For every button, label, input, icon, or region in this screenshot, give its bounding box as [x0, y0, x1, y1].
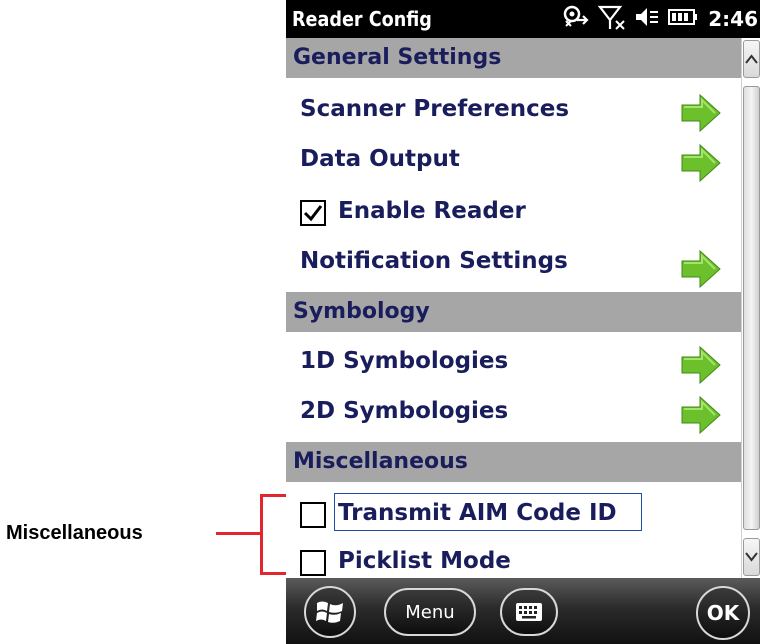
data-output-item[interactable]: Data Output: [286, 134, 741, 184]
item-label: Transmit AIM Code ID: [338, 500, 617, 526]
bottom-toolbar: Menu OK: [286, 578, 760, 644]
battery-icon: [668, 7, 698, 31]
settings-list: General Settings Scanner Preferences Dat…: [286, 38, 741, 578]
notification-settings-item[interactable]: Notification Settings: [286, 236, 741, 288]
transmit-aim-code-id-checkbox[interactable]: [300, 502, 326, 528]
chevron-up-icon: [745, 54, 758, 64]
picklist-mode-checkbox[interactable]: [300, 550, 326, 576]
section-header-symbology: Symbology: [286, 292, 741, 332]
status-icons: 2:46: [554, 5, 758, 33]
start-button[interactable]: [304, 586, 356, 638]
green-arrow-icon: [681, 144, 721, 182]
callout-connector: [216, 532, 262, 535]
section-header-miscellaneous: Miscellaneous: [286, 442, 741, 482]
scroll-down-button[interactable]: [743, 538, 760, 576]
scroll-up-button[interactable]: [743, 40, 760, 78]
item-label: 2D Symbologies: [300, 398, 509, 424]
green-arrow-icon: [681, 396, 721, 434]
2d-symbologies-item[interactable]: 2D Symbologies: [286, 386, 741, 436]
ok-label: OK: [706, 601, 740, 625]
volume-off-icon: [634, 4, 660, 34]
windows-logo-icon: [316, 601, 343, 623]
menu-label: Menu: [405, 601, 455, 623]
item-label: Scanner Preferences: [300, 96, 570, 122]
checkmark-icon: [303, 205, 323, 222]
menu-button[interactable]: Menu: [384, 588, 476, 636]
chevron-down-icon: [745, 552, 758, 562]
vertical-scrollbar[interactable]: [741, 38, 760, 578]
item-label: Picklist Mode: [338, 548, 511, 574]
1d-symbologies-item[interactable]: 1D Symbologies: [286, 336, 741, 386]
enable-reader-item[interactable]: Enable Reader: [286, 186, 741, 236]
green-arrow-icon: [681, 346, 721, 384]
enable-reader-checkbox[interactable]: [300, 200, 326, 226]
connectivity-icon: [562, 4, 590, 34]
scanner-preferences-item[interactable]: Scanner Preferences: [286, 84, 741, 134]
item-label: 1D Symbologies: [300, 348, 509, 374]
callout-label: Miscellaneous: [6, 522, 143, 544]
ok-button[interactable]: OK: [696, 586, 750, 640]
no-signal-icon: [598, 4, 626, 34]
item-label: Notification Settings: [300, 248, 568, 274]
item-label: Data Output: [300, 146, 460, 172]
device-screen: Reader Config 2:46 General Settings Scan…: [286, 0, 760, 644]
clock: 2:46: [708, 7, 758, 31]
app-title: Reader Config: [292, 7, 432, 31]
scroll-thumb[interactable]: [743, 86, 760, 530]
transmit-aim-code-id-item[interactable]: Transmit AIM Code ID: [286, 488, 741, 538]
keyboard-button[interactable]: [500, 588, 558, 636]
section-header-general-settings: General Settings: [286, 38, 741, 78]
callout-bracket-vertical: [260, 494, 263, 575]
keyboard-icon: [516, 603, 542, 621]
item-label: Enable Reader: [338, 198, 526, 224]
green-arrow-icon: [681, 250, 721, 288]
status-bar: Reader Config 2:46: [286, 0, 760, 38]
green-arrow-icon: [681, 94, 721, 132]
